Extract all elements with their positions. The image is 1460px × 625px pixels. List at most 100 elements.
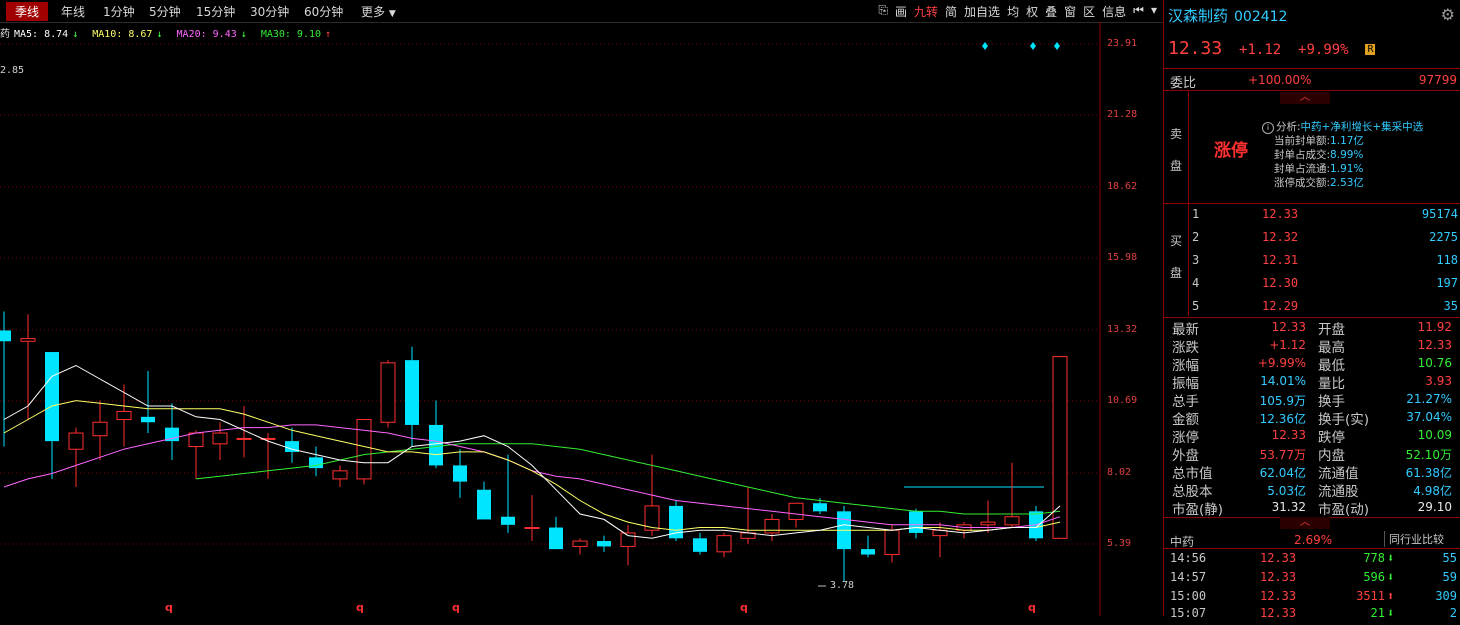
candle-body xyxy=(477,489,491,520)
bid-price: 12.33 xyxy=(1262,207,1299,221)
analysis-row: 封单占流通:1.91% xyxy=(1262,162,1423,176)
simple-tool[interactable]: 简 xyxy=(945,3,957,20)
candle-body xyxy=(380,362,396,423)
gear-icon[interactable]: ⚙ xyxy=(1441,5,1455,24)
stat-label: 涨跌 xyxy=(1172,340,1199,356)
window-tool[interactable]: 窗 xyxy=(1064,3,1076,20)
info-tool[interactable]: 信息 xyxy=(1102,3,1126,20)
quote-panel: 汉森制药 002412 ⚙ 12.33 +1.12 +9.99% R 委比 +10… xyxy=(1163,0,1460,620)
stat-value: 21.27% xyxy=(1406,392,1452,406)
quarter-mark: q xyxy=(1028,601,1036,614)
stat-label: 换手(实) xyxy=(1318,412,1370,428)
bid-row[interactable]: 1 12.33 95174 xyxy=(1192,207,1458,229)
bid-price: 12.31 xyxy=(1262,253,1299,267)
period-more-menu[interactable]: 更多 ▼ xyxy=(361,3,396,20)
sell-side-label: 卖 盘 xyxy=(1170,118,1184,182)
stock-code: 002412 xyxy=(1234,9,1288,25)
stat-value: 12.36亿 xyxy=(1259,412,1306,426)
stock-name: 汉森制药 xyxy=(1168,7,1229,25)
analysis-key: 封单占成交: xyxy=(1274,149,1331,161)
bid-row[interactable]: 4 12.30 197 xyxy=(1192,276,1458,298)
add-watchlist-button[interactable]: 加自选 xyxy=(964,3,1000,20)
candle-body xyxy=(20,338,36,342)
candle-body xyxy=(188,432,204,448)
kline-chart[interactable] xyxy=(0,22,1163,616)
stat-value: 105.9万 xyxy=(1259,394,1306,408)
tick-volume: 21 xyxy=(1370,606,1385,620)
stat-label: 振幅 xyxy=(1172,376,1199,392)
lock-icon[interactable]: ⎘ xyxy=(878,3,888,20)
stat-value: +9.99% xyxy=(1257,356,1306,370)
period-tab-60min[interactable]: 60分钟 xyxy=(304,3,343,20)
candle-body xyxy=(980,521,996,526)
info-icon[interactable]: i xyxy=(1262,122,1274,134)
bid-row[interactable]: 2 12.32 2275 xyxy=(1192,230,1458,252)
down-arrow-icon: ⬇ xyxy=(1387,570,1395,584)
tick-time: 14:56 xyxy=(1170,551,1207,565)
stat-value: 52.10万 xyxy=(1405,448,1452,462)
bid-row[interactable]: 3 12.31 118 xyxy=(1192,253,1458,275)
dropdown-icon[interactable]: ▾ xyxy=(1151,3,1157,20)
stock-header[interactable]: 汉森制药 002412 xyxy=(1168,5,1287,26)
down-arrow-icon: ⬇ xyxy=(1387,606,1395,620)
divider xyxy=(1164,90,1460,91)
average-tool[interactable]: 均 xyxy=(1007,3,1019,20)
range-tool[interactable]: 区 xyxy=(1083,3,1095,20)
overlay-tool[interactable]: 叠 xyxy=(1045,3,1057,20)
period-tab-1min[interactable]: 1分钟 xyxy=(103,3,135,20)
stat-value: 12.33 xyxy=(1417,338,1452,352)
axis-tick: 21.28 xyxy=(1107,109,1138,120)
candle-body xyxy=(356,419,372,480)
quarter-mark: q xyxy=(740,601,748,614)
last-price: 12.33 xyxy=(1168,38,1223,59)
up-arrow-icon: ⬆ xyxy=(1387,589,1395,603)
analysis-value: 1.17亿 xyxy=(1330,135,1364,147)
stat-value: 31.32 xyxy=(1271,500,1306,514)
draw-tool[interactable]: 画 xyxy=(895,3,907,20)
divider xyxy=(1164,317,1460,318)
divider xyxy=(1188,203,1189,316)
divider xyxy=(1164,203,1460,204)
stat-label: 流通股 xyxy=(1318,484,1359,500)
candle-body xyxy=(620,532,636,547)
caret-down-icon: ▼ xyxy=(388,9,396,19)
tick-price: 12.33 xyxy=(1260,551,1297,565)
analysis-title: 分析: xyxy=(1276,121,1301,133)
analysis-row: 涨停成交额:2.53亿 xyxy=(1262,176,1423,190)
stat-value: 3.93 xyxy=(1425,374,1452,388)
analysis-key: 封单占流通: xyxy=(1274,163,1331,175)
tick-price: 12.33 xyxy=(1260,570,1297,584)
period-tab-year[interactable]: 年线 xyxy=(61,3,85,20)
stat-value: 61.38亿 xyxy=(1405,466,1452,480)
candle-body xyxy=(764,518,780,534)
analysis-title-row: i 分析:中药+净利增长+集采中选 xyxy=(1262,120,1423,134)
expand-icon[interactable]: ︿ xyxy=(1280,517,1330,529)
period-tab-5min[interactable]: 5分钟 xyxy=(149,3,181,20)
nine-turn-tool[interactable]: 九转 xyxy=(914,3,938,20)
bid-volume: 35 xyxy=(1443,299,1458,313)
period-tab-15min[interactable]: 15分钟 xyxy=(196,3,235,20)
bid-volume: 95174 xyxy=(1421,207,1458,221)
stat-label: 总市值 xyxy=(1172,466,1213,482)
candle-body xyxy=(669,505,683,539)
stat-value: 53.77万 xyxy=(1259,448,1306,462)
stat-label: 涨停 xyxy=(1172,430,1199,446)
analysis-row: 封单占成交:8.99% xyxy=(1262,148,1423,162)
stat-value: 10.76 xyxy=(1417,356,1452,370)
tick-count: 55 xyxy=(1442,551,1457,565)
candle-body xyxy=(549,527,563,550)
stat-label: 涨幅 xyxy=(1172,358,1199,374)
candle-body xyxy=(116,410,132,421)
rewind-icon[interactable]: ⏮ xyxy=(1133,3,1144,20)
bid-volume: 118 xyxy=(1436,253,1458,267)
period-tab-30min[interactable]: 30分钟 xyxy=(250,3,289,20)
axis-tick: 18.62 xyxy=(1107,181,1138,192)
period-tab-quarter[interactable]: 季线 xyxy=(6,2,49,21)
industry-compare-button[interactable]: 同行业比较 xyxy=(1384,531,1444,547)
rights-tool[interactable]: 权 xyxy=(1026,3,1038,20)
divider xyxy=(1164,548,1460,549)
margin-badge-icon[interactable]: R xyxy=(1365,44,1376,55)
bid-level: 4 xyxy=(1192,276,1200,290)
candle-body xyxy=(597,541,611,547)
collapse-up-icon[interactable]: ︿ xyxy=(1280,92,1330,104)
